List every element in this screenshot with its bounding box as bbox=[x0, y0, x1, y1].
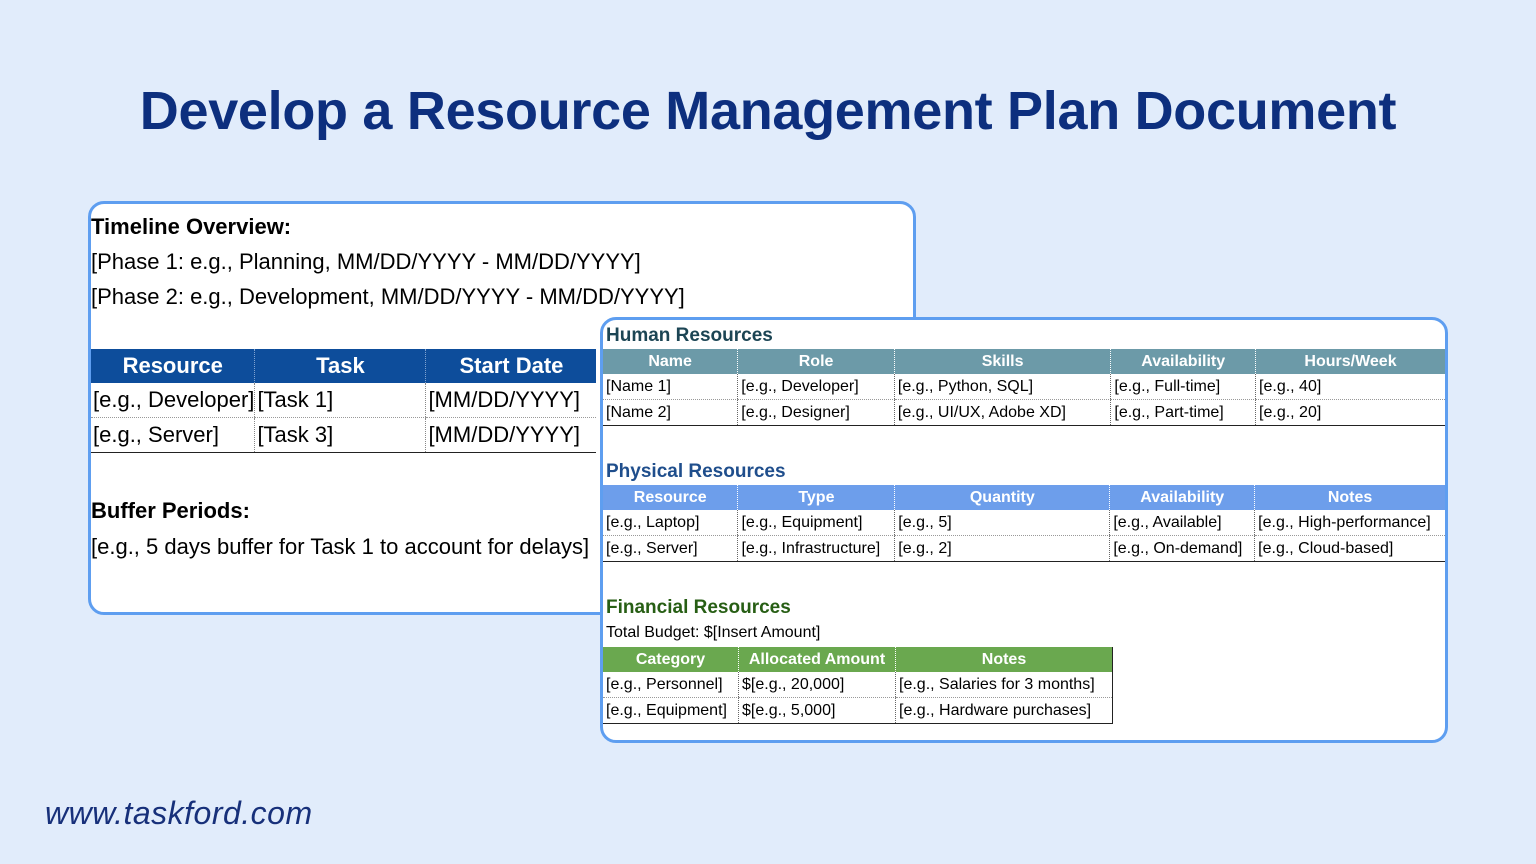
physical-resources-table: Resource Type Quantity Availability Note… bbox=[603, 485, 1445, 562]
table-cell: [e.g., Available] bbox=[1109, 510, 1255, 536]
column-header: Resource bbox=[633, 488, 707, 506]
page-title: Develop a Resource Management Plan Docum… bbox=[139, 81, 1397, 141]
column-header: Name bbox=[648, 352, 692, 370]
table-cell: $[e.g., 20,000] bbox=[738, 672, 896, 698]
phase-1-text: [Phase 1: e.g., Planning, MM/DD/YYYY - M… bbox=[91, 249, 641, 274]
human-resources-table: Name Role Skills Availability Hours/Week… bbox=[603, 349, 1445, 426]
table-cell: [Task 3] bbox=[254, 417, 426, 453]
table-cell: [e.g., Server] bbox=[91, 417, 255, 453]
table-cell: [e.g., 40] bbox=[1255, 374, 1445, 400]
table-cell: [e.g., Personnel] bbox=[603, 672, 739, 698]
column-header: Category bbox=[635, 650, 706, 668]
timeline-table: Resource Task Start Date [e.g., Develope… bbox=[91, 349, 597, 453]
table-row: [e.g., Equipment] $[e.g., 5,000] [e.g., … bbox=[603, 697, 1113, 724]
table-cell: [Task 1] bbox=[254, 383, 426, 418]
financial-resources-title: Financial Resources bbox=[606, 597, 791, 618]
phase-2-text: [Phase 2: e.g., Development, MM/DD/YYYY … bbox=[91, 284, 685, 309]
human-resources-title: Human Resources bbox=[606, 325, 773, 346]
physical-resources-title: Physical Resources bbox=[606, 461, 786, 482]
table-cell: [e.g., Developer] bbox=[737, 374, 895, 400]
table-row: [Name 2] [e.g., Designer] [e.g., UI/UX, … bbox=[603, 399, 1445, 426]
table-cell: $[e.g., 5,000] bbox=[738, 697, 896, 724]
column-header: Availability bbox=[1110, 349, 1256, 374]
table-cell: [e.g., Developer] bbox=[91, 383, 255, 418]
column-header: Skills bbox=[893, 349, 1111, 374]
column-header: Resource bbox=[91, 349, 255, 383]
table-cell: [e.g., Part-time] bbox=[1110, 399, 1256, 426]
table-cell: [e.g., Cloud-based] bbox=[1254, 535, 1445, 562]
table-cell: [e.g., High-performance] bbox=[1254, 510, 1445, 536]
resources-card: Human Resources Name Role Skills Availab… bbox=[600, 317, 1448, 743]
column-header: Notes bbox=[895, 647, 1113, 672]
timeline-heading: Timeline Overview: bbox=[91, 214, 292, 239]
buffer-text: [e.g., 5 days buffer for Task 1 to accou… bbox=[91, 534, 590, 559]
table-row: [e.g., Laptop] [e.g., Equipment] [e.g., … bbox=[603, 510, 1445, 536]
table-cell: [Name 2] bbox=[603, 399, 738, 426]
column-header: Role bbox=[737, 349, 895, 374]
table-cell: [MM/DD/YYYY] bbox=[425, 383, 597, 418]
column-header: Quantity bbox=[894, 485, 1110, 510]
column-header: Type bbox=[737, 485, 895, 510]
table-cell: [e.g., Salaries for 3 months] bbox=[895, 672, 1113, 698]
total-budget-text: Total Budget: $[Insert Amount] bbox=[606, 624, 821, 641]
table-cell: [e.g., Hardware purchases] bbox=[895, 697, 1113, 724]
table-row: [e.g., Server] [Task 3] [MM/DD/YYYY] bbox=[91, 417, 597, 453]
table-cell: [e.g., Designer] bbox=[737, 399, 895, 426]
table-cell: [e.g., 5] bbox=[894, 510, 1110, 536]
table-cell: [Name 1] bbox=[603, 374, 738, 400]
table-cell: [e.g., Equipment] bbox=[603, 697, 739, 724]
table-cell: [MM/DD/YYYY] bbox=[425, 417, 597, 453]
table-cell: [e.g., Server] bbox=[603, 535, 738, 562]
table-cell: [e.g., 20] bbox=[1255, 399, 1445, 426]
table-cell: [e.g., UI/UX, Adobe XD] bbox=[893, 399, 1111, 426]
column-header: Availability bbox=[1109, 485, 1255, 510]
table-row: [Name 1] [e.g., Developer] [e.g., Python… bbox=[603, 374, 1445, 400]
column-header: Allocated Amount bbox=[738, 647, 896, 672]
table-cell: [e.g., Python, SQL] bbox=[893, 374, 1111, 400]
table-row: [e.g., Personnel] $[e.g., 20,000] [e.g.,… bbox=[603, 672, 1113, 698]
table-cell: [e.g., Infrastructure] bbox=[737, 535, 895, 562]
table-row: [e.g., Developer] [Task 1] [MM/DD/YYYY] bbox=[91, 383, 597, 418]
buffer-heading: Buffer Periods: bbox=[91, 498, 250, 523]
table-cell: [e.g., Laptop] bbox=[603, 510, 738, 536]
table-cell: [e.g., Full-time] bbox=[1110, 374, 1256, 400]
footer-url-link[interactable]: www.taskford.com bbox=[45, 795, 313, 832]
column-header: Start Date bbox=[425, 349, 597, 383]
column-header: Task bbox=[254, 349, 426, 383]
table-cell: [e.g., On-demand] bbox=[1109, 535, 1255, 562]
column-header: Hours/Week bbox=[1255, 349, 1445, 374]
financial-resources-table: Category Allocated Amount Notes [e.g., P… bbox=[603, 647, 1113, 724]
column-header: Notes bbox=[1254, 485, 1445, 510]
table-cell: [e.g., 2] bbox=[894, 535, 1110, 562]
table-row: [e.g., Server] [e.g., Infrastructure] [e… bbox=[603, 535, 1445, 562]
table-cell: [e.g., Equipment] bbox=[737, 510, 895, 536]
